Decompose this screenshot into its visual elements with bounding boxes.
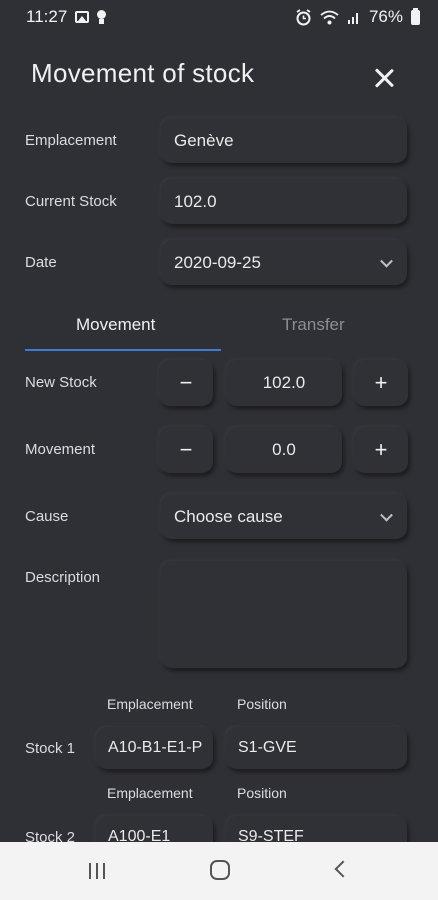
stock-1-position-field[interactable]: S1-GVE [226, 727, 407, 769]
new-stock-input[interactable]: 102.0 [226, 360, 342, 406]
status-right: 76% [295, 7, 420, 27]
new-stock-label: New Stock [25, 374, 97, 391]
status-bar: 11:27 76% [0, 0, 438, 34]
recent-apps-icon[interactable] [89, 863, 107, 879]
new-stock-decrement-button[interactable]: − [159, 360, 213, 406]
description-label: Description [25, 569, 101, 586]
movement-increment-button[interactable]: + [354, 427, 408, 473]
stock-1-emplacement-header: Emplacement [107, 696, 193, 712]
close-icon[interactable] [368, 62, 400, 94]
tab-movement[interactable]: Movement [76, 315, 155, 335]
status-left: 11:27 [26, 7, 107, 27]
alarm-icon [296, 8, 311, 25]
tab-transfer[interactable]: Transfer [282, 315, 345, 335]
wifi-icon [320, 10, 339, 24]
image-notification-icon [75, 11, 90, 23]
emplacement-field[interactable]: Genève [161, 118, 407, 163]
home-icon[interactable] [210, 860, 230, 880]
chevron-down-icon [380, 508, 393, 522]
battery-icon [411, 7, 420, 25]
back-icon[interactable] [334, 860, 352, 878]
stock-1-emplacement-field[interactable]: A10-B1-E1-P [96, 727, 213, 769]
cause-dropdown[interactable]: Choose cause [161, 494, 407, 539]
stock-1-emplacement-value: A10-B1-E1-P [108, 739, 203, 756]
movement-input[interactable]: 0.0 [226, 427, 342, 473]
signal-icon [347, 12, 358, 24]
stock-1-position-header: Position [237, 696, 287, 712]
emplacement-label: Emplacement [25, 132, 117, 149]
cause-placeholder: Choose cause [174, 506, 283, 526]
status-time: 11:27 [26, 7, 68, 26]
tab-active-indicator [25, 349, 221, 351]
page-title: Movement of stock [31, 58, 255, 88]
current-stock-label: Current Stock [25, 193, 117, 210]
navigation-bar [0, 842, 438, 900]
current-stock-field[interactable]: 102.0 [161, 179, 407, 224]
header: Movement of stock [0, 56, 438, 100]
new-stock-increment-button[interactable]: + [354, 360, 408, 406]
stock-2-position-header: Position [237, 785, 287, 801]
stock-2-emplacement-header: Emplacement [107, 785, 193, 801]
date-label: Date [25, 254, 57, 271]
stock-1-position-value: S1-GVE [238, 739, 297, 756]
description-textarea[interactable] [161, 561, 407, 668]
date-value: 2020-09-25 [174, 252, 261, 272]
chevron-down-icon [380, 254, 393, 268]
battery-percent: 76% [368, 7, 403, 26]
date-dropdown[interactable]: 2020-09-25 [161, 240, 407, 285]
stock-1-label: Stock 1 [25, 740, 76, 757]
movement-decrement-button[interactable]: − [159, 427, 213, 473]
cause-label: Cause [25, 508, 69, 525]
current-stock-value: 102.0 [174, 191, 217, 211]
movement-label: Movement [25, 441, 96, 458]
lightbulb-notification-icon [97, 10, 107, 24]
emplacement-value: Genève [174, 130, 234, 150]
